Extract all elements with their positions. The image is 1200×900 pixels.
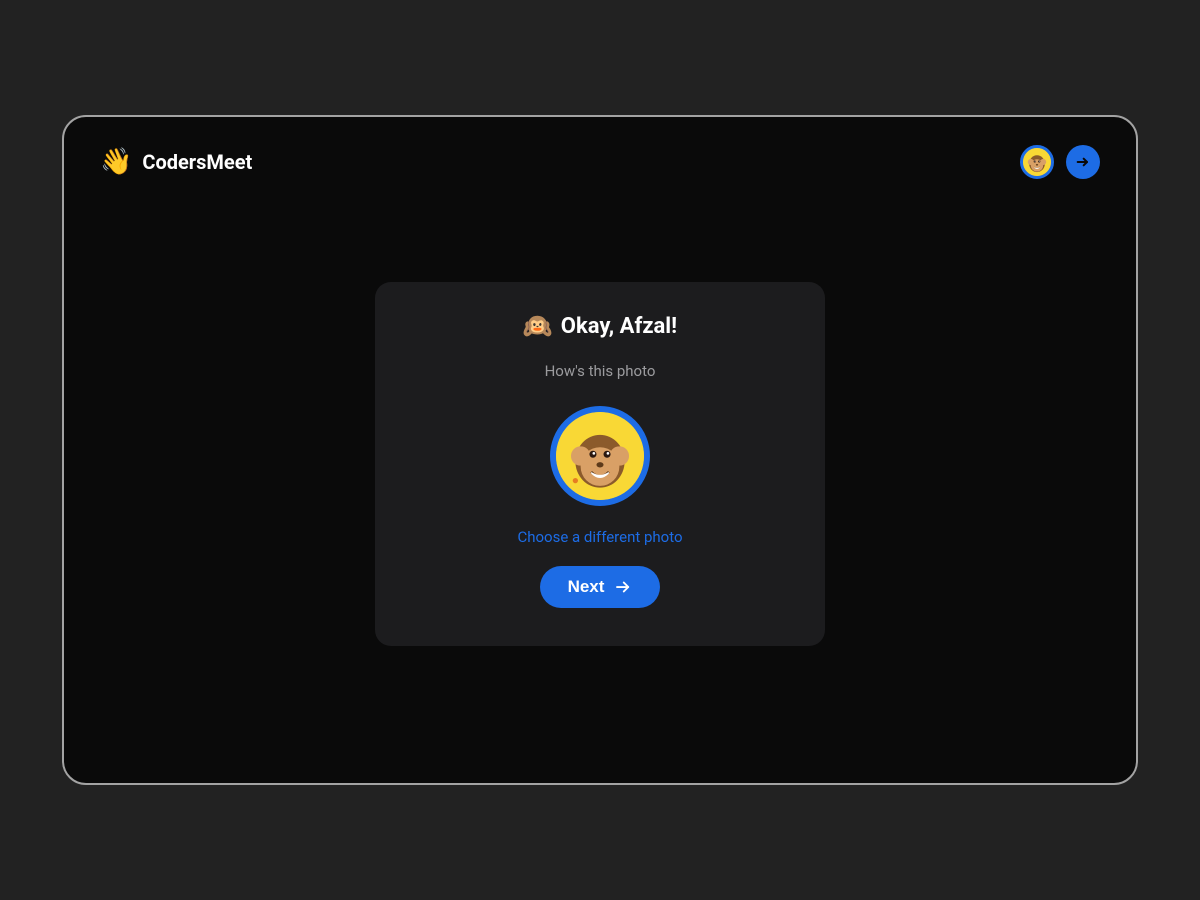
logout-button[interactable] [1066,145,1100,179]
avatar-small[interactable] [1020,145,1054,179]
monkey-avatar-large-icon [556,412,644,500]
monkey-avatar-icon [1023,148,1051,176]
logo[interactable]: 👋 CodersMeet [100,147,252,177]
logo-text: CodersMeet [142,150,252,174]
next-button-label: Next [568,577,605,597]
arrow-right-icon [1075,154,1091,170]
header-actions [1020,145,1100,179]
arrow-right-icon [614,578,632,596]
main-content: 🙉 Okay, Afzal! How's this photo [100,199,1100,729]
wave-icon: 👋 [100,147,132,177]
header: 👋 CodersMeet [100,145,1100,179]
card-title-text: Okay, Afzal! [561,314,677,339]
monkey-emoji-icon: 🙉 [523,312,553,340]
next-button[interactable]: Next [540,566,661,608]
card-title: 🙉 Okay, Afzal! [523,312,677,340]
photo-confirmation-card: 🙉 Okay, Afzal! How's this photo [375,282,825,646]
card-subtitle: How's this photo [545,362,656,380]
choose-different-photo-link[interactable]: Choose a different photo [517,528,682,546]
app-window: 👋 CodersMeet [62,115,1138,785]
avatar-preview [550,406,650,506]
